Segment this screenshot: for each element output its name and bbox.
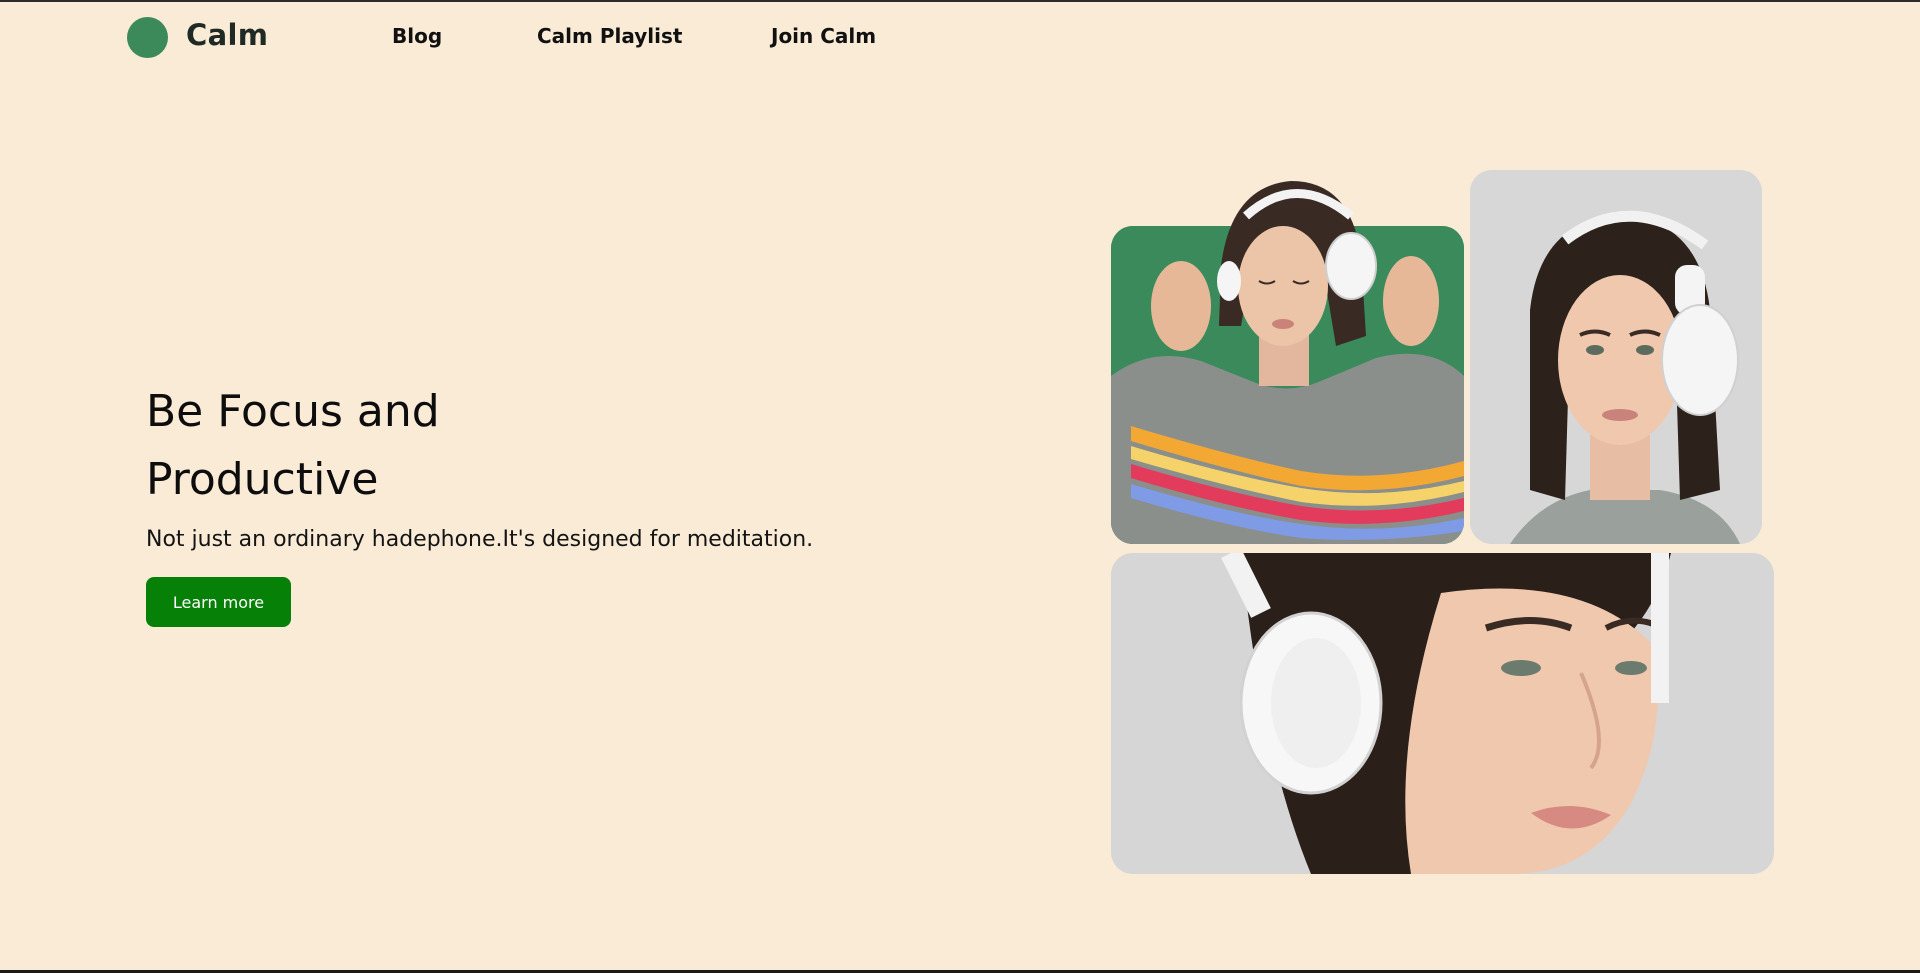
nav-link-join-calm[interactable]: Join Calm <box>771 24 876 48</box>
gallery-image-2 <box>1470 170 1762 544</box>
brand-logo-icon[interactable] <box>127 17 168 58</box>
nav-link-blog[interactable]: Blog <box>392 24 442 48</box>
top-nav: Calm Blog Calm Playlist Join Calm <box>0 0 1920 80</box>
nav-link-calm-playlist[interactable]: Calm Playlist <box>537 24 682 48</box>
gallery-image-3 <box>1111 553 1774 874</box>
hero-subtitle: Not just an ordinary hadephone.It's desi… <box>146 527 814 552</box>
hero-title-line-1: Be Focus and <box>146 386 440 437</box>
gallery-image-1 <box>1111 226 1464 544</box>
hero-title-line-2: Productive <box>146 454 379 505</box>
learn-more-button[interactable]: Learn more <box>146 577 291 627</box>
brand-name[interactable]: Calm <box>186 18 268 52</box>
hero-title: Be Focus and Productive <box>146 378 846 514</box>
